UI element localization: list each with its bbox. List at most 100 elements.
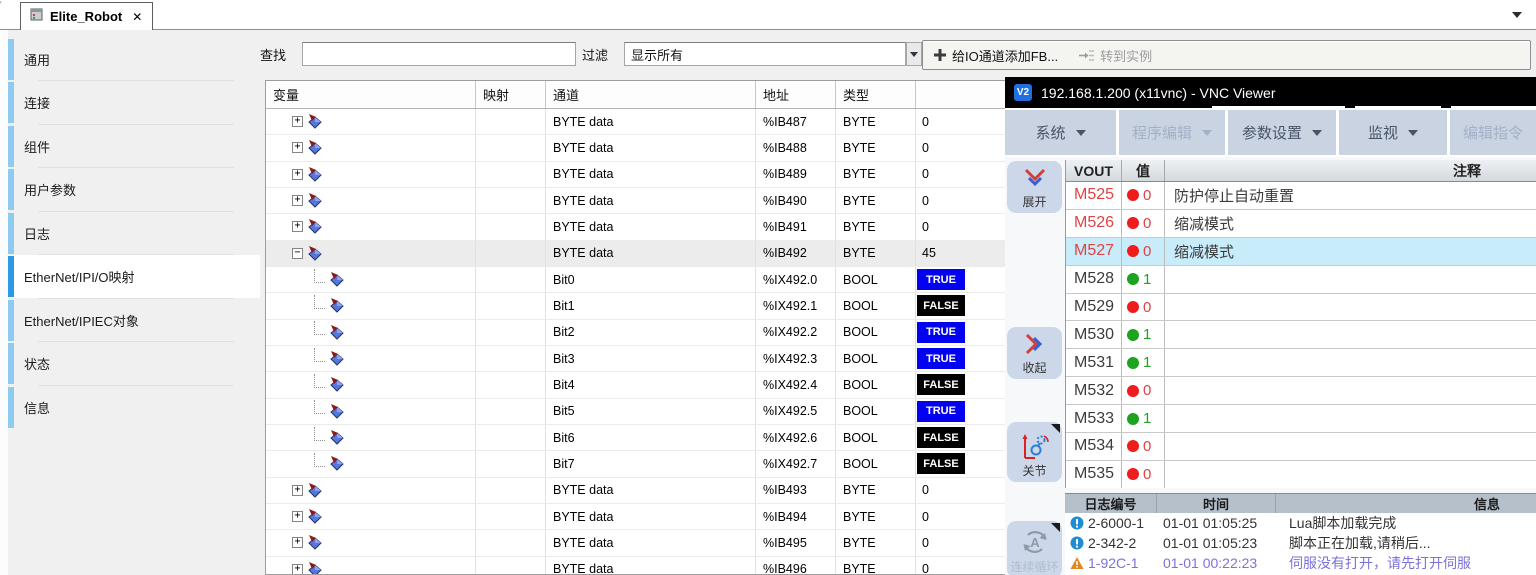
io-column-header-2[interactable]: 映射 xyxy=(476,81,546,108)
io-channel-cell: Bit6 xyxy=(546,425,756,450)
vout-row-M528[interactable]: M5281 xyxy=(1066,266,1536,294)
goto-instance-button[interactable]: 转到实例 xyxy=(1068,41,1162,69)
sidebar-item-2[interactable]: 连接 xyxy=(8,81,260,124)
io-address-cell: %IX492.3 xyxy=(756,346,836,371)
io-type-cell: BYTE xyxy=(836,557,916,575)
vout-row-M531[interactable]: M5311 xyxy=(1066,349,1536,377)
vout-value: 0 xyxy=(1122,433,1165,460)
io-column-header-5[interactable]: 类型 xyxy=(836,81,916,108)
window-list-dropdown-icon[interactable] xyxy=(1512,12,1522,18)
vout-value-number: 0 xyxy=(1143,382,1151,399)
vout-row-M526[interactable]: M5260缩减模式 xyxy=(1066,210,1536,238)
io-type-cell: BOOL xyxy=(836,399,916,424)
vout-value-number: 0 xyxy=(1143,243,1151,260)
io-type-cell: BYTE xyxy=(836,109,916,134)
vout-value-number: 1 xyxy=(1143,410,1151,427)
menu-5[interactable]: 编辑指令 xyxy=(1450,110,1536,155)
io-type-cell: BOOL xyxy=(836,372,916,397)
io-column-header-4[interactable]: 地址 xyxy=(756,81,836,108)
vout-row-M535[interactable]: M5350 xyxy=(1066,461,1536,488)
sidebar-item-5[interactable]: 日志 xyxy=(8,212,260,255)
expand-node-icon[interactable]: + xyxy=(292,537,303,548)
vout-row-M533[interactable]: M5331 xyxy=(1066,405,1536,433)
expand-node-icon[interactable]: + xyxy=(292,116,303,127)
vout-row-M529[interactable]: M5290 xyxy=(1066,294,1536,322)
side-button-joint[interactable]: 关节 xyxy=(1007,422,1062,482)
menu-3[interactable]: 参数设置 xyxy=(1228,110,1336,155)
tab-edge-decoration xyxy=(0,1,2,28)
expand-node-icon[interactable]: + xyxy=(292,511,303,522)
sidebar-item-9[interactable]: 信息 xyxy=(8,386,260,429)
io-mapping-cell xyxy=(476,188,546,213)
vout-value: 1 xyxy=(1122,321,1165,348)
add-fb-button[interactable]: 给IO通道添加FB... xyxy=(923,41,1068,69)
menu-4[interactable]: 监视 xyxy=(1339,110,1447,155)
io-variable-cell: − xyxy=(266,241,476,266)
bool-value-badge: TRUE xyxy=(917,322,965,343)
state-dot-icon xyxy=(1127,273,1139,285)
log-row[interactable]: 2-6000-101-01 01:05:25Lua脚本加载完成 xyxy=(1065,513,1536,533)
log-row[interactable]: 2-342-201-01 01:05:23脚本正在加载,请稍后... xyxy=(1065,533,1536,553)
sidebar-item-4[interactable]: 用户参数 xyxy=(8,168,260,211)
io-channel-cell: BYTE data xyxy=(546,530,756,555)
io-column-header-3[interactable]: 通道 xyxy=(546,81,756,108)
info-icon xyxy=(1070,536,1084,550)
menu-2[interactable]: 程序编辑 xyxy=(1119,110,1225,155)
vnc-title-bar[interactable]: V2 192.168.1.200 (x11vnc) - VNC Viewer xyxy=(1005,77,1536,108)
vout-row-M527[interactable]: M5270缩减模式 xyxy=(1066,238,1536,266)
state-dot-icon xyxy=(1127,413,1139,425)
vout-row-M525[interactable]: M5250防护停止自动重置 xyxy=(1066,182,1536,210)
vout-value-number: 0 xyxy=(1143,187,1151,204)
side-button-collapse[interactable]: 收起 xyxy=(1007,327,1062,379)
io-address-cell: %IB490 xyxy=(756,188,836,213)
log-row[interactable]: 1-92C-101-01 00:22:23伺服没有打开，请先打开伺服 xyxy=(1065,553,1536,573)
sidebar-item-label: EtherNet/IPI/O映射 xyxy=(24,267,135,286)
menu-1[interactable]: 系统 xyxy=(1005,110,1116,155)
io-channel-cell: BYTE data xyxy=(546,214,756,239)
io-channel-cell: BYTE data xyxy=(546,478,756,503)
sidebar-item-6[interactable]: EtherNet/IPI/O映射 xyxy=(8,255,260,298)
vout-name: M526 xyxy=(1066,210,1122,237)
vout-name: M531 xyxy=(1066,349,1122,376)
io-channel-icon xyxy=(307,246,323,261)
expand-node-icon[interactable]: + xyxy=(292,485,303,496)
vout-row-M530[interactable]: M5301 xyxy=(1066,321,1536,349)
sidebar-item-8[interactable]: 状态 xyxy=(8,342,260,385)
vout-row-M532[interactable]: M5320 xyxy=(1066,377,1536,405)
log-time: 01-01 01:05:23 xyxy=(1161,535,1280,551)
sidebar-item-1[interactable]: 通用 xyxy=(8,38,260,81)
log-table-body: 2-6000-101-01 01:05:25Lua脚本加载完成2-342-201… xyxy=(1065,513,1536,573)
io-channel-icon xyxy=(307,193,323,208)
find-input[interactable] xyxy=(302,42,576,66)
filter-select[interactable]: 显示所有 xyxy=(624,42,906,66)
chevron-down-icon xyxy=(1312,130,1322,136)
sidebar-item-7[interactable]: EtherNet/IPIEC对象 xyxy=(8,299,260,342)
io-type-cell: BYTE xyxy=(836,188,916,213)
expand-node-icon[interactable]: + xyxy=(292,564,303,575)
tab-elite-robot[interactable]: Elite_Robot ✕ xyxy=(20,2,153,30)
io-column-header-1[interactable]: 变量 xyxy=(266,81,476,108)
collapse-node-icon[interactable]: − xyxy=(292,248,303,259)
side-button-loop[interactable]: A连续循环 xyxy=(1007,521,1062,575)
vout-name: M528 xyxy=(1066,266,1122,293)
vout-comment: 防护停止自动重置 xyxy=(1165,182,1536,209)
io-channel-icon xyxy=(307,535,323,550)
tab-close-icon[interactable]: ✕ xyxy=(132,10,142,24)
vout-name: M530 xyxy=(1066,321,1122,348)
vout-value: 1 xyxy=(1122,266,1165,293)
filter-dropdown-button[interactable] xyxy=(906,42,922,66)
vout-row-M534[interactable]: M5340 xyxy=(1066,433,1536,461)
expand-node-icon[interactable]: + xyxy=(292,169,303,180)
io-address-cell: %IB493 xyxy=(756,478,836,503)
side-button-expand[interactable]: 展开 xyxy=(1007,161,1062,213)
expand-node-icon[interactable]: + xyxy=(292,195,303,206)
vout-comment xyxy=(1165,266,1536,293)
sidebar-item-3[interactable]: 组件 xyxy=(8,125,260,168)
vnc-viewer-window: V2 192.168.1.200 (x11vnc) - VNC Viewer 系… xyxy=(1005,77,1536,575)
expand-node-icon[interactable]: + xyxy=(292,142,303,153)
state-dot-icon xyxy=(1127,217,1139,229)
expand-node-icon[interactable]: + xyxy=(292,221,303,232)
vout-comment xyxy=(1165,349,1536,376)
vnc-window-title: 192.168.1.200 (x11vnc) - VNC Viewer xyxy=(1041,85,1276,101)
vout-table-header: VOUT值注释 xyxy=(1066,160,1536,182)
